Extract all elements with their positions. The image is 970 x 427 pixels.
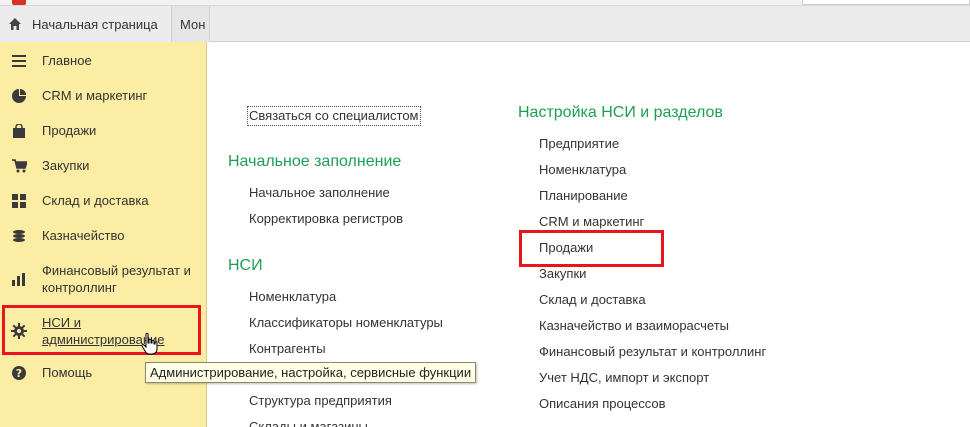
link-enterprise[interactable]: Предприятие — [539, 136, 619, 152]
tab-monitor[interactable]: Мон — [172, 6, 210, 42]
sidebar-item-label: Казначейство — [42, 228, 125, 243]
group-title-nsi: НСИ — [228, 257, 263, 274]
link-treasury-settlements[interactable]: Казначейство и взаиморасчеты — [539, 318, 729, 334]
contact-specialist-link[interactable]: Связаться со специалистом — [247, 106, 421, 126]
sidebar-item-sales[interactable]: Продажи — [0, 120, 207, 141]
group-title-initial-fill: Начальное заполнение — [228, 153, 402, 170]
group-title-nsi-settings: Настройка НСИ и разделов — [518, 104, 723, 121]
highlight-frame-sales — [519, 230, 664, 267]
sidebar-item-finance[interactable]: Финансовый результат и контроллинг — [0, 260, 207, 298]
tab-bar: Начальная страница Мон — [0, 6, 970, 42]
hand-cursor-icon — [141, 332, 158, 355]
tab-monitor-label: Мон — [180, 16, 206, 32]
svg-text:?: ? — [16, 367, 22, 380]
sidebar-item-warehouse[interactable]: Склад и доставка — [0, 190, 207, 211]
bar-chart-icon — [11, 271, 27, 287]
link-enterprise-structure[interactable]: Структура предприятия — [249, 393, 392, 409]
sidebar-item-label: Финансовый результат и контроллинг — [42, 263, 191, 295]
tab-home[interactable]: Начальная страница — [0, 6, 172, 42]
sidebar-item-crm[interactable]: CRM и маркетинг — [0, 85, 207, 106]
link-planning[interactable]: Планирование — [539, 188, 628, 204]
sidebar-tooltip: Администрирование, настройка, сервисные … — [145, 362, 477, 383]
sidebar-item-treasury[interactable]: Казначейство — [0, 225, 207, 246]
link-vat-import-export[interactable]: Учет НДС, импорт и экспорт — [539, 370, 709, 386]
global-search-input[interactable] — [802, 0, 970, 5]
link-nomenclature-settings[interactable]: Номенклатура — [539, 162, 626, 178]
sidebar-item-purchases[interactable]: Закупки — [0, 155, 207, 176]
sidebar-item-label: Продажи — [42, 123, 97, 138]
coins-icon — [11, 228, 27, 244]
link-initial-fill[interactable]: Начальное заполнение — [249, 185, 390, 201]
sidebar-item-main[interactable]: Главное — [0, 50, 207, 71]
warehouse-grid-icon — [11, 193, 27, 209]
shopping-bag-icon — [11, 123, 27, 139]
link-crm-marketing[interactable]: CRM и маркетинг — [539, 214, 644, 230]
cart-icon — [11, 158, 27, 174]
question-icon: ? — [11, 365, 27, 381]
sidebar-item-label: CRM и маркетинг — [42, 88, 148, 103]
link-warehouses-stores[interactable]: Склады и магазины — [249, 419, 368, 427]
app-logo-icon — [12, 0, 26, 5]
highlight-frame-sidebar — [2, 305, 201, 355]
sidebar-item-label: Главное — [42, 53, 92, 68]
home-icon — [9, 18, 21, 30]
link-nomenclature-classifiers[interactable]: Классификаторы номенклатуры — [249, 315, 443, 331]
link-register-correction[interactable]: Корректировка регистров — [249, 211, 403, 227]
menu-lines-icon — [11, 53, 27, 69]
link-financial-result[interactable]: Финансовый результат и контроллинг — [539, 344, 766, 360]
link-nomenclature[interactable]: Номенклатура — [249, 289, 336, 305]
pie-chart-icon — [11, 88, 27, 104]
link-process-descriptions[interactable]: Описания процессов — [539, 396, 666, 412]
sidebar-item-label: Склад и доставка — [42, 193, 149, 208]
link-purchases[interactable]: Закупки — [539, 266, 586, 282]
link-counterparties[interactable]: Контрагенты — [249, 341, 326, 357]
sidebar-item-label: Закупки — [42, 158, 90, 173]
link-warehouse-delivery[interactable]: Склад и доставка — [539, 292, 646, 308]
tab-home-label: Начальная страница — [32, 16, 158, 32]
sidebar-item-label: Помощь — [42, 365, 93, 380]
